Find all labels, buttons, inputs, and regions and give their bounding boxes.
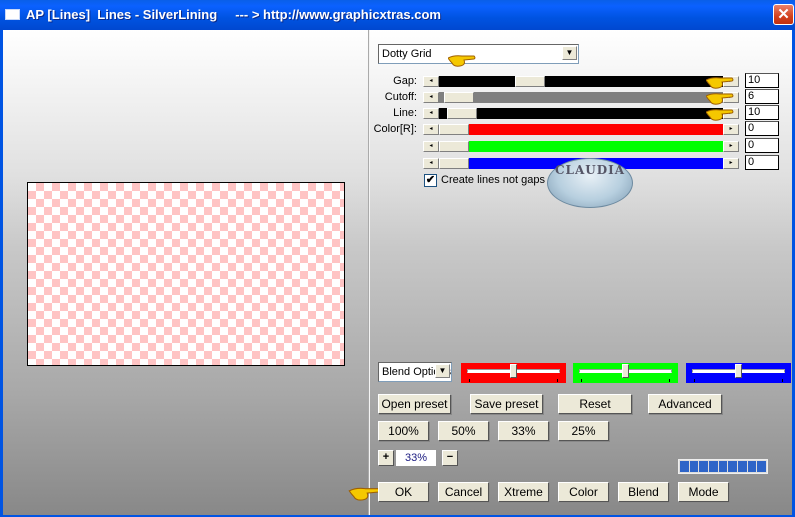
window-title: AP [Lines] Lines - SilverLining --- > ht… xyxy=(26,7,441,22)
slider-knob[interactable] xyxy=(622,364,629,378)
cutoff-value-field[interactable]: 6 xyxy=(745,89,779,104)
cutoff-label: Cutoff: xyxy=(384,91,417,103)
zoom-100-button[interactable]: 100% xyxy=(378,421,429,441)
cutoff-thumb[interactable] xyxy=(444,92,475,103)
gap-track[interactable] xyxy=(439,76,723,87)
dialog-body: Dotty Grid ▼ Gap:◂▸10Cutoff:◂▸6Line:◂▸10… xyxy=(3,30,792,515)
line-thumb[interactable] xyxy=(446,108,477,119)
slider-tick xyxy=(694,379,695,382)
progress-segment xyxy=(718,461,728,472)
zoom-25-button[interactable]: 25% xyxy=(558,421,609,441)
zoom-level-value: 33% xyxy=(396,450,436,466)
zoom-in-button[interactable]: + xyxy=(378,450,394,466)
ok-button[interactable]: OK xyxy=(378,482,429,502)
scroll-left-icon[interactable]: ◂ xyxy=(423,108,439,119)
slider-tick xyxy=(669,379,670,382)
scroll-right-icon[interactable]: ▸ xyxy=(723,141,739,152)
progress-indicator xyxy=(678,459,768,474)
progress-segment xyxy=(738,461,747,472)
gap-label: Gap: xyxy=(393,75,417,87)
progress-segment xyxy=(728,461,738,472)
blend-options-dropdown[interactable]: Blend Options ▼ xyxy=(378,362,452,382)
save-preset-button[interactable]: Save preset xyxy=(470,394,543,414)
slider-knob[interactable] xyxy=(735,364,742,378)
gap-slider[interactable]: ◂▸ xyxy=(423,76,739,87)
window-icon xyxy=(5,9,20,20)
line-label: Line: xyxy=(393,107,417,119)
progress-segment xyxy=(689,461,699,472)
cutoff-track[interactable] xyxy=(439,92,723,103)
zoom-out-button[interactable]: − xyxy=(442,450,458,466)
preview-canvas[interactable] xyxy=(27,182,345,366)
scroll-right-icon[interactable]: ▸ xyxy=(723,124,739,135)
zoom-33-button[interactable]: 33% xyxy=(498,421,549,441)
scroll-left-icon[interactable]: ◂ xyxy=(423,92,439,103)
reset-button[interactable]: Reset xyxy=(558,394,632,414)
chevron-down-icon[interactable]: ▼ xyxy=(562,46,577,60)
gap-value-field[interactable]: 10 xyxy=(745,73,779,88)
chevron-down-icon[interactable]: ▼ xyxy=(435,364,450,378)
effect-mode-value: Dotty Grid xyxy=(382,48,432,60)
line-track[interactable] xyxy=(439,108,723,119)
close-button[interactable]: ✕ xyxy=(773,4,794,25)
advanced-button[interactable]: Advanced xyxy=(648,394,722,414)
color-r-slider[interactable]: ◂ ▸ xyxy=(423,124,739,135)
progress-segment xyxy=(699,461,709,472)
slider-tick xyxy=(469,379,470,382)
open-preset-button[interactable]: Open preset xyxy=(378,394,451,414)
blend-green-slider[interactable] xyxy=(573,363,678,383)
color-b-value-field[interactable]: 0 xyxy=(745,155,779,170)
color-g-track[interactable] xyxy=(439,141,723,152)
xtreme-button[interactable]: Xtreme xyxy=(498,482,549,502)
watermark-text: CLAUDIA xyxy=(554,163,626,177)
checkmark-icon: ✔ xyxy=(425,174,436,186)
progress-segment xyxy=(747,461,757,472)
progress-segment xyxy=(680,461,689,472)
create-lines-checkbox[interactable]: ✔ xyxy=(424,174,437,187)
blend-button[interactable]: Blend xyxy=(618,482,669,502)
create-lines-label: Create lines not gaps xyxy=(441,174,545,186)
pointing-hand-icon xyxy=(706,77,734,89)
scroll-left-icon[interactable]: ◂ xyxy=(423,124,439,135)
color-r-label: Color[R]: xyxy=(373,123,417,135)
color-g-thumb[interactable] xyxy=(439,141,469,152)
color-b-thumb[interactable] xyxy=(439,158,469,169)
pointing-hand-icon xyxy=(706,109,734,121)
blend-blue-slider[interactable] xyxy=(686,363,791,383)
scroll-left-icon[interactable]: ◂ xyxy=(423,158,439,169)
pointing-hand-icon xyxy=(348,487,381,501)
color-button[interactable]: Color xyxy=(558,482,609,502)
color-r-track[interactable] xyxy=(439,124,723,135)
cutoff-slider[interactable]: ◂▸ xyxy=(423,92,739,103)
slider-tick xyxy=(782,379,783,382)
zoom-50-button[interactable]: 50% xyxy=(438,421,489,441)
color-r-value-field[interactable]: 0 xyxy=(745,121,779,136)
slider-tick xyxy=(581,379,582,382)
mode-button[interactable]: Mode xyxy=(678,482,729,502)
blend-red-slider[interactable] xyxy=(461,363,566,383)
pointing-hand-icon xyxy=(448,55,476,67)
pointing-hand-icon xyxy=(706,93,734,105)
cancel-button[interactable]: Cancel xyxy=(438,482,489,502)
slider-tick xyxy=(557,379,558,382)
scroll-left-icon[interactable]: ◂ xyxy=(423,76,439,87)
scroll-left-icon[interactable]: ◂ xyxy=(423,141,439,152)
slider-knob[interactable] xyxy=(510,364,517,378)
line-slider[interactable]: ◂▸ xyxy=(423,108,739,119)
line-value-field[interactable]: 10 xyxy=(745,105,779,120)
effect-mode-dropdown[interactable]: Dotty Grid ▼ xyxy=(378,44,579,64)
color-g-slider[interactable]: ◂ ▸ xyxy=(423,141,739,152)
gap-thumb[interactable] xyxy=(515,76,546,87)
color-r-thumb[interactable] xyxy=(439,124,469,135)
scroll-right-icon[interactable]: ▸ xyxy=(723,158,739,169)
progress-segment xyxy=(757,461,767,472)
watermark-logo: CLAUDIA xyxy=(547,158,633,208)
color-g-value-field[interactable]: 0 xyxy=(745,138,779,153)
title-bar: AP [Lines] Lines - SilverLining --- > ht… xyxy=(0,0,795,30)
progress-segment xyxy=(709,461,718,472)
